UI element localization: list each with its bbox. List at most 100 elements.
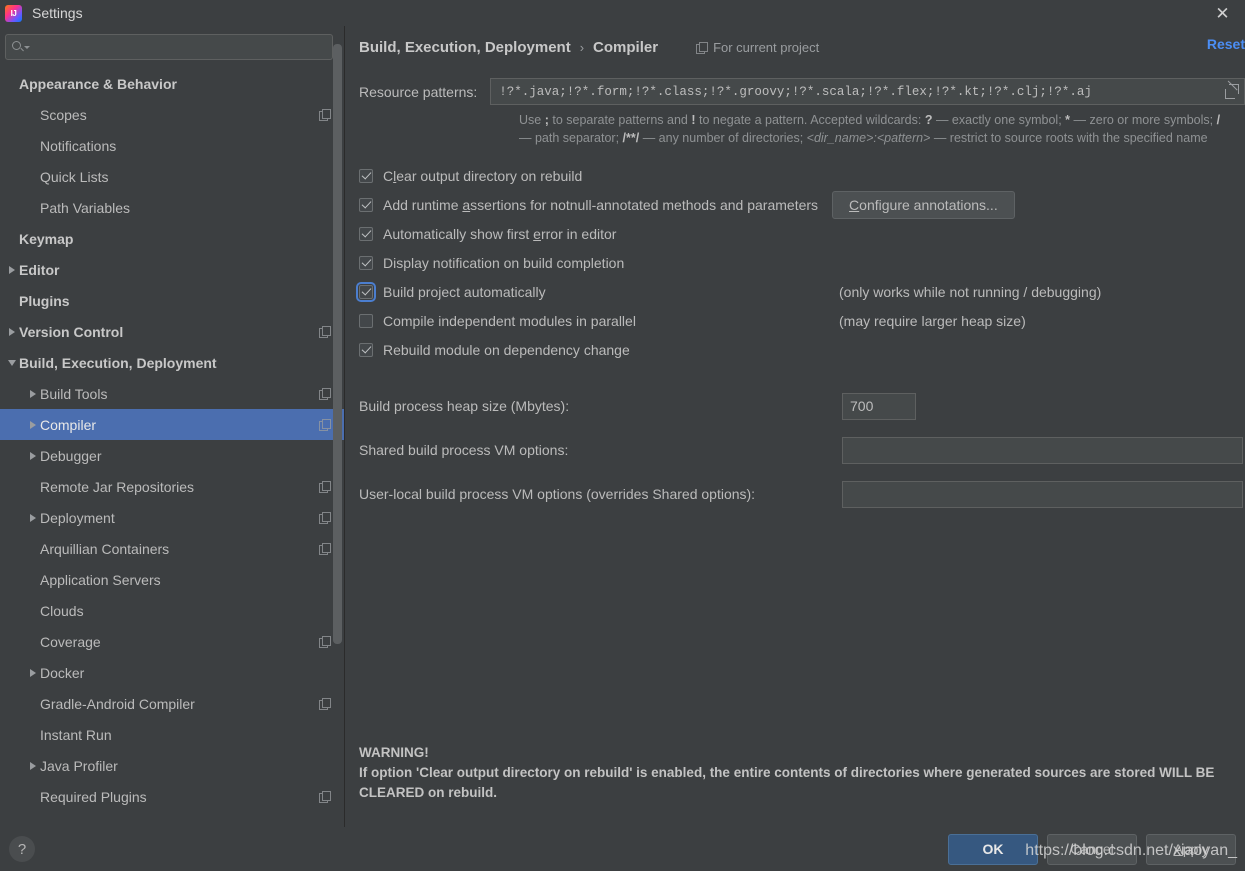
help-button[interactable]: ?: [9, 836, 35, 862]
sidebar-item-debugger[interactable]: Debugger: [0, 440, 344, 471]
chevron-right-icon[interactable]: [25, 420, 40, 429]
chevron-right-icon[interactable]: [25, 389, 40, 398]
dialog-footer: ? OK Cancel Apply: [0, 827, 1245, 871]
checkbox-add-runtime-assertions-for-notnull-annot[interactable]: [359, 197, 373, 212]
user-vm-options-row: User-local build process VM options (ove…: [359, 472, 1245, 516]
breadcrumb-current: Compiler: [593, 38, 659, 56]
sidebar-item-instant-run[interactable]: Instant Run: [0, 719, 344, 750]
compiler-options-group: Clear output directory on rebuild Add run…: [356, 161, 1245, 364]
apply-button[interactable]: Apply: [1146, 833, 1236, 865]
checkbox-row-clear-output-directory-on-rebuild: Clear output directory on rebuild: [359, 161, 1245, 190]
sidebar-item-build-execution-deployment[interactable]: Build, Execution, Deployment: [0, 347, 344, 378]
checkbox-automatically-show-first-error-in-editor[interactable]: [359, 226, 373, 241]
shared-vm-options-input[interactable]: [842, 436, 1243, 464]
checkbox-row-compile-independent-modules-in-parallel: Compile independent modules in parallel (…: [359, 306, 1245, 335]
checkbox-label[interactable]: Rebuild module on dependency change: [383, 342, 630, 358]
sidebar-item-label: Keymap: [19, 230, 74, 247]
chevron-right-icon[interactable]: [25, 761, 40, 770]
configure-annotations-button[interactable]: Configure annotations...: [832, 190, 1015, 219]
settings-main-panel: Build, Execution, Deployment › Compiler …: [345, 26, 1245, 827]
sidebar-item-label: Remote Jar Repositories: [40, 478, 195, 495]
sidebar-scrollbar-thumb[interactable]: [333, 44, 342, 644]
intellij-idea-icon: [5, 4, 22, 22]
sidebar-item-label: Scopes: [40, 106, 87, 123]
sidebar-item-label: Required Plugins: [40, 788, 147, 805]
shared-vm-options-label: Shared build process VM options:: [359, 442, 569, 458]
sidebar-item-editor[interactable]: Editor: [0, 254, 344, 285]
chevron-right-icon[interactable]: [4, 327, 19, 336]
sidebar-item-path-variables[interactable]: Path Variables: [0, 192, 344, 223]
checkbox-label[interactable]: Clear output directory on rebuild: [383, 168, 582, 184]
sidebar-item-keymap[interactable]: Keymap: [0, 223, 344, 254]
sidebar-item-label: Deployment: [40, 509, 115, 526]
dialog-body: Appearance & Behavior Scopes Notifications…: [0, 26, 1245, 827]
resource-patterns-input[interactable]: [491, 84, 1220, 99]
heap-size-input[interactable]: [842, 392, 916, 420]
sidebar-item-required-plugins[interactable]: Required Plugins: [0, 781, 344, 812]
resource-patterns-label: Resource patterns:: [359, 83, 478, 100]
reset-link[interactable]: Reset: [1207, 36, 1245, 52]
sidebar-item-clouds[interactable]: Clouds: [0, 595, 344, 626]
expand-icon[interactable]: [1220, 79, 1244, 104]
sidebar-item-notifications[interactable]: Notifications: [0, 130, 344, 161]
project-scope-icon: [319, 109, 331, 121]
checkbox-display-notification-on-build-completion[interactable]: [359, 255, 373, 270]
breadcrumb-parent[interactable]: Build, Execution, Deployment: [359, 39, 571, 56]
checkbox-clear-output-directory-on-rebuild[interactable]: [359, 168, 373, 183]
sidebar-item-application-servers[interactable]: Application Servers: [0, 564, 344, 595]
sidebar-item-deployment[interactable]: Deployment: [0, 502, 344, 533]
sidebar-item-label: Notifications: [40, 137, 117, 154]
project-scope-icon: [319, 419, 331, 431]
sidebar-item-quick-lists[interactable]: Quick Lists: [0, 161, 344, 192]
project-scope-icon: [319, 512, 331, 524]
search-box[interactable]: [5, 34, 333, 60]
sidebar-item-appearance-behavior[interactable]: Appearance & Behavior: [0, 68, 344, 99]
sidebar-item-label: Editor: [19, 261, 60, 278]
sidebar-item-label: Coverage: [40, 633, 101, 650]
checkbox-build-project-automatically[interactable]: [356, 281, 376, 302]
chevron-right-icon[interactable]: [4, 265, 19, 274]
sidebar-item-plugins[interactable]: Plugins: [0, 285, 344, 316]
checkbox-label[interactable]: Build project automatically: [383, 284, 546, 300]
checkbox-label[interactable]: Automatically show first error in editor: [383, 226, 616, 242]
sidebar-item-scopes[interactable]: Scopes: [0, 99, 344, 130]
sidebar-item-java-profiler[interactable]: Java Profiler: [0, 750, 344, 781]
warning-message: WARNING! If option 'Clear output directo…: [359, 743, 1243, 803]
sidebar-item-version-control[interactable]: Version Control: [0, 316, 344, 347]
sidebar-item-remote-jar-repositories[interactable]: Remote Jar Repositories: [0, 471, 344, 502]
resource-patterns-field[interactable]: [490, 78, 1245, 105]
checkbox-label[interactable]: Compile independent modules in parallel: [383, 313, 636, 329]
chevron-right-icon[interactable]: [25, 513, 40, 522]
cancel-button[interactable]: Cancel: [1047, 833, 1137, 865]
user-vm-options-input[interactable]: [842, 480, 1243, 508]
sidebar-item-compiler[interactable]: Compiler: [0, 409, 344, 440]
search-input[interactable]: [29, 38, 326, 56]
sidebar-item-coverage[interactable]: Coverage: [0, 626, 344, 657]
resource-patterns-row: Resource patterns:: [359, 78, 1245, 105]
ok-button[interactable]: OK: [948, 833, 1038, 865]
sidebar-item-label: Build, Execution, Deployment: [19, 354, 217, 371]
sidebar-scrollbar[interactable]: [333, 36, 342, 823]
settings-tree[interactable]: Appearance & Behavior Scopes Notifications…: [0, 64, 344, 827]
chevron-right-icon[interactable]: [25, 451, 40, 460]
chevron-right-icon[interactable]: [25, 668, 40, 677]
project-scope-icon: [319, 326, 331, 338]
sidebar-item-docker[interactable]: Docker: [0, 657, 344, 688]
scope-badge-label: For current project: [713, 39, 820, 55]
apply-mnemonic: A: [1173, 841, 1183, 857]
scope-badge: For current project: [696, 40, 819, 55]
sidebar-item-label: Docker: [40, 664, 85, 681]
project-scope-icon: [319, 481, 331, 493]
sidebar-item-label: Application Servers: [40, 571, 161, 588]
window-title: Settings: [32, 5, 83, 21]
close-icon[interactable]: ✕: [1200, 0, 1245, 26]
checkbox-label[interactable]: Add runtime assertions for notnull-annot…: [383, 197, 818, 213]
sidebar-item-label: Appearance & Behavior: [19, 75, 177, 92]
sidebar-item-gradle-android-compiler[interactable]: Gradle-Android Compiler: [0, 688, 344, 719]
sidebar-item-arquillian-containers[interactable]: Arquillian Containers: [0, 533, 344, 564]
chevron-down-icon[interactable]: [4, 359, 19, 366]
checkbox-rebuild-module-on-dependency-change[interactable]: [359, 342, 373, 357]
checkbox-label[interactable]: Display notification on build completion: [383, 255, 624, 271]
checkbox-compile-independent-modules-in-parallel[interactable]: [359, 313, 373, 328]
sidebar-item-build-tools[interactable]: Build Tools: [0, 378, 344, 409]
